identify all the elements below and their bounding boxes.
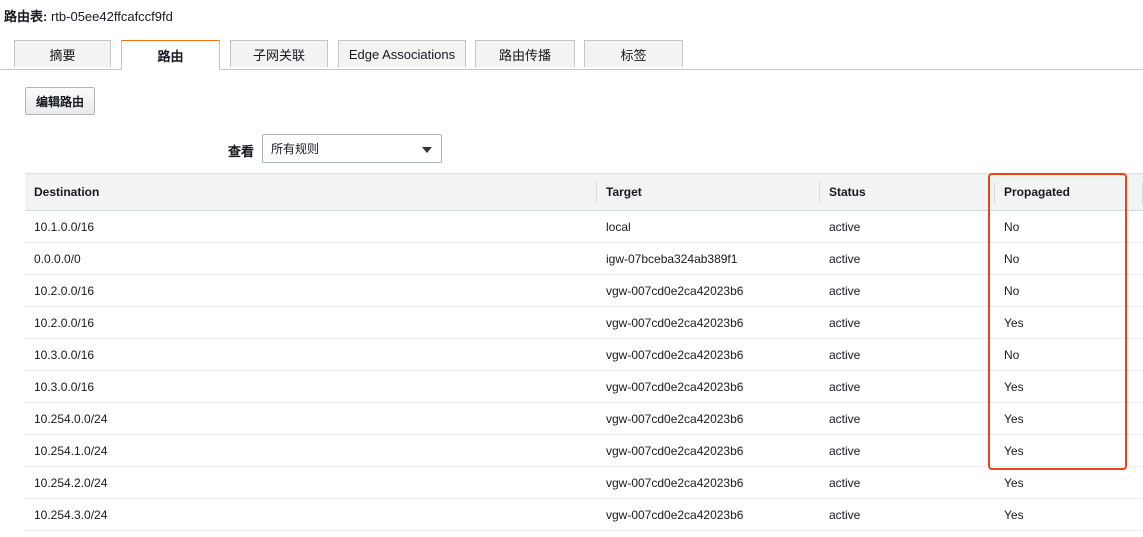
cell-status: active (820, 498, 995, 531)
table-row: 10.2.0.0/16 vgw-007cd0e2ca42023b6 active… (25, 306, 1143, 339)
cell-status: active (820, 466, 995, 499)
cell-status: active (820, 338, 995, 371)
column-header-propagated[interactable]: Propagated (995, 173, 1143, 211)
cell-destination: 10.254.3.0/24 (25, 498, 597, 531)
filter-label: 查看 (228, 144, 255, 159)
column-header-status[interactable]: Status (820, 173, 995, 211)
cell-destination: 10.254.2.0/24 (25, 466, 597, 499)
route-table-title: 路由表: rtb-05ee42ffcafccf9fd (4, 6, 173, 25)
cell-target-link[interactable]: igw-07bceba324ab389f1 (597, 242, 820, 275)
cell-propagated: Yes (995, 434, 1143, 467)
cell-destination: 0.0.0.0/0 (25, 242, 597, 275)
route-table-label: 路由表: (4, 9, 48, 24)
cell-status: active (820, 306, 995, 339)
cell-destination: 10.1.0.0/16 (25, 210, 597, 243)
cell-target-link[interactable]: vgw-007cd0e2ca42023b6 (597, 274, 820, 307)
cell-target-link[interactable]: vgw-007cd0e2ca42023b6 (597, 466, 820, 499)
tab-bar: 摘要 路由 子网关联 Edge Associations 路由传播 标签 (0, 40, 1143, 70)
table-row: 10.254.2.0/24 vgw-007cd0e2ca42023b6 acti… (25, 466, 1143, 499)
cell-status: active (820, 274, 995, 307)
cell-status: active (820, 210, 995, 243)
cell-target-link[interactable]: vgw-007cd0e2ca42023b6 (597, 402, 820, 435)
tab-subnet-associations[interactable]: 子网关联 (230, 40, 328, 67)
cell-status: active (820, 434, 995, 467)
cell-propagated: Yes (995, 466, 1143, 499)
cell-target-link[interactable]: vgw-007cd0e2ca42023b6 (597, 338, 820, 371)
table-row: 10.1.0.0/16 local active No (25, 210, 1143, 243)
column-header-destination[interactable]: Destination (25, 173, 597, 211)
column-header-target[interactable]: Target (597, 173, 820, 211)
cell-target-link[interactable]: vgw-007cd0e2ca42023b6 (597, 498, 820, 531)
edit-routes-button[interactable]: 编辑路由 (25, 87, 95, 115)
filter-selected-value: 所有规则 (271, 142, 320, 156)
cell-propagated: Yes (995, 306, 1143, 339)
table-header-row: Destination Target Status Propagated (25, 173, 1143, 211)
cell-propagated: Yes (995, 498, 1143, 531)
cell-destination: 10.3.0.0/16 (25, 370, 597, 403)
cell-propagated: Yes (995, 370, 1143, 403)
cell-status: active (820, 242, 995, 275)
cell-target-link[interactable]: vgw-007cd0e2ca42023b6 (597, 370, 820, 403)
table-row: 10.3.0.0/16 vgw-007cd0e2ca42023b6 active… (25, 338, 1143, 371)
caret-down-icon (422, 147, 432, 153)
table-row: 10.254.0.0/24 vgw-007cd0e2ca42023b6 acti… (25, 402, 1143, 435)
cell-destination: 10.254.0.0/24 (25, 402, 597, 435)
table-row: 10.3.0.0/16 vgw-007cd0e2ca42023b6 active… (25, 370, 1143, 403)
cell-destination: 10.254.1.0/24 (25, 434, 597, 467)
tab-tags[interactable]: 标签 (584, 40, 683, 67)
table-row: 10.254.3.0/24 vgw-007cd0e2ca42023b6 acti… (25, 498, 1143, 531)
cell-status: active (820, 370, 995, 403)
cell-destination: 10.2.0.0/16 (25, 306, 597, 339)
cell-propagated: No (995, 242, 1143, 275)
tab-edge-associations[interactable]: Edge Associations (338, 40, 466, 67)
tab-routes[interactable]: 路由 (121, 40, 220, 70)
table-row: 10.254.1.0/24 vgw-007cd0e2ca42023b6 acti… (25, 434, 1143, 467)
tab-summary[interactable]: 摘要 (14, 40, 111, 67)
route-table-page: 路由表: rtb-05ee42ffcafccf9fd 摘要 路由 子网关联 Ed… (0, 0, 1143, 537)
routes-table: Destination Target Status Propagated 10.… (25, 173, 1143, 531)
filter-select[interactable]: 所有规则 (262, 134, 442, 163)
table-row: 10.2.0.0/16 vgw-007cd0e2ca42023b6 active… (25, 274, 1143, 307)
cell-propagated: No (995, 210, 1143, 243)
cell-destination: 10.2.0.0/16 (25, 274, 597, 307)
cell-propagated: No (995, 274, 1143, 307)
table-row: 0.0.0.0/0 igw-07bceba324ab389f1 active N… (25, 242, 1143, 275)
route-table-id: rtb-05ee42ffcafccf9fd (50, 9, 173, 24)
cell-target-link[interactable]: vgw-007cd0e2ca42023b6 (597, 434, 820, 467)
cell-status: active (820, 402, 995, 435)
tab-route-propagation[interactable]: 路由传播 (475, 40, 575, 67)
cell-destination: 10.3.0.0/16 (25, 338, 597, 371)
cell-propagated: No (995, 338, 1143, 371)
cell-propagated: Yes (995, 402, 1143, 435)
cell-target: local (597, 210, 820, 243)
cell-target-link[interactable]: vgw-007cd0e2ca42023b6 (597, 306, 820, 339)
